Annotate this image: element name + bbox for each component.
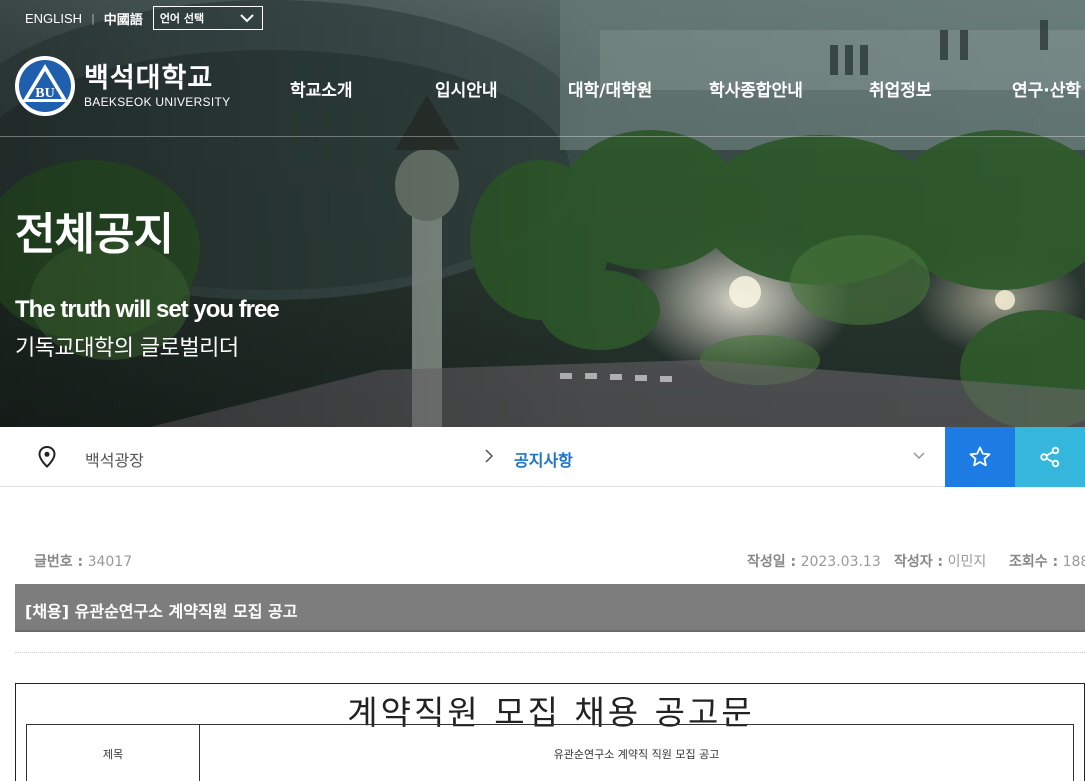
breadcrumb-home[interactable]: 백석광장: [85, 447, 144, 471]
post-number-label: 글번호 :: [34, 554, 84, 570]
post-author: 작성자 : 이민지: [894, 551, 986, 571]
location-pin-icon: [38, 446, 56, 468]
favorite-button[interactable]: [945, 427, 1015, 487]
subject-label-cell: 제목: [26, 724, 200, 781]
nav-item-academics[interactable]: 학사종합안내: [709, 76, 803, 101]
post-number: 글번호 : 34017: [34, 551, 132, 571]
star-icon: [969, 446, 991, 467]
table-row: 제목 유관순연구소 계약직 직원 모집 공고: [26, 724, 1074, 781]
subject-value-cell: 유관순연구소 계약직 직원 모집 공고: [199, 724, 1074, 781]
language-select-label: 언어 선택: [159, 12, 205, 25]
post-views-label: 조회수 :: [1009, 554, 1059, 570]
share-icon: [1040, 446, 1060, 468]
post-author-value: 이민지: [947, 554, 987, 570]
post-number-value: 34017: [87, 554, 133, 570]
nav-item-admissions[interactable]: 입시안내: [435, 76, 498, 101]
chinese-link[interactable]: 中國語: [104, 9, 143, 28]
chevron-down-icon[interactable]: [913, 452, 925, 460]
divider: |: [91, 11, 95, 25]
breadcrumb: 백석광장 공지사항: [0, 427, 1085, 487]
post-date-label: 작성일 :: [747, 554, 797, 570]
breadcrumb-current[interactable]: 공지사항: [514, 447, 573, 471]
post-title: [채용] 유관순연구소 계약직원 모집 공고: [25, 602, 298, 621]
chevron-down-icon: [240, 13, 254, 22]
post-views: 조회수 : 188: [1009, 551, 1085, 571]
slogan-en: The truth will set you free: [15, 296, 280, 323]
document-table: 제목 유관순연구소 계약직 직원 모집 공고: [26, 724, 1074, 781]
share-button[interactable]: [1015, 427, 1085, 487]
nav-item-colleges[interactable]: 대학/대학원: [568, 76, 652, 101]
divider: [0, 136, 1085, 137]
nav-item-about[interactable]: 학교소개: [290, 76, 353, 101]
main-nav: 학교소개 입시안내 대학/대학원 학사종합안내 취업정보 연구·산학: [0, 76, 1085, 102]
nav-item-research[interactable]: 연구·산학: [1012, 76, 1081, 101]
divider: [15, 652, 1085, 653]
english-link[interactable]: ENGLISH: [25, 11, 82, 26]
page-title: 전체공지: [15, 209, 174, 260]
post-date: 작성일 : 2023.03.13: [747, 551, 881, 571]
chevron-right-icon: [485, 449, 494, 463]
hero-banner: ENGLISH | 中國語 언어 선택 BU 백석대학교 BAEKSEOK UN…: [0, 0, 1085, 427]
utility-bar: ENGLISH | 中國語 언어 선택: [25, 6, 263, 30]
post-author-label: 작성자 :: [894, 554, 944, 570]
language-select[interactable]: 언어 선택: [152, 6, 263, 30]
post-views-value: 188: [1062, 554, 1085, 570]
post-body-document: 계약직원 모집 채용 공고문 제목 유관순연구소 계약직 직원 모집 공고: [15, 683, 1085, 781]
slogan-ko: 기독교대학의 글로벌리더: [15, 336, 239, 361]
post-date-value: 2023.03.13: [800, 554, 881, 570]
post-title-bar: [채용] 유관순연구소 계약직원 모집 공고: [15, 584, 1085, 632]
nav-item-careers[interactable]: 취업정보: [869, 76, 932, 101]
